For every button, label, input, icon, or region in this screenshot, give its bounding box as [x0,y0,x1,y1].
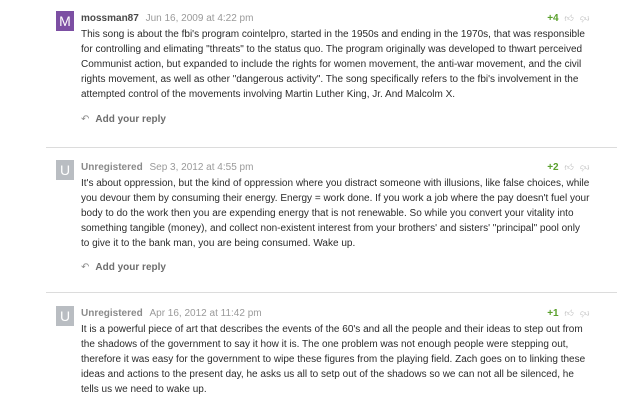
comment-body: It is a powerful piece of art that descr… [81,322,611,397]
comment-meta: Unregistered Apr 16, 2012 at 11:42 pm [81,307,262,320]
comment-line: therefore it was easy for the government… [81,354,586,365]
comment-date: Apr 16, 2012 at 11:42 pm [149,308,262,319]
add-reply-label: Add your reply [95,114,166,125]
comment-line: rights movement, as well as other "dange… [81,74,579,85]
vote-controls: +1 👍︎ 👍︎ [547,307,589,320]
reply-arrow-icon: ↶ [81,114,90,125]
comment-line: Communist action, but expanded to includ… [81,59,582,70]
comment-line: attempted control of the movements invol… [81,89,456,100]
comment-meta: Unregistered Sep 3, 2012 at 4:55 pm [81,161,253,174]
comment-line: something tangible (money), and collect … [81,223,580,234]
thumbs-down-icon[interactable]: 👍︎ [580,161,589,174]
comment-author[interactable]: mossman87 [81,13,139,24]
vote-score: +4 [547,13,559,24]
comment-line: tells us we need to wake up. [81,384,207,395]
avatar: U [56,160,74,180]
comment-divider [46,147,617,148]
comment-line: It's about oppression, but the kind of o… [81,178,590,189]
comment-line: to give it to the bank man, you are bein… [81,238,356,249]
comment-line: body to do the work then you are expendi… [81,208,574,219]
comment-line: It is a powerful piece of art that descr… [81,324,583,335]
thumbs-down-icon[interactable]: 👍︎ [580,12,589,25]
thumbs-up-icon[interactable]: 👍︎ [564,12,573,25]
avatar[interactable]: M [56,11,74,31]
reply-arrow-icon: ↶ [81,262,90,273]
comment-author: Unregistered [81,162,143,173]
comment-line: This song is about the fbi's program coi… [81,29,585,40]
comment-line: the shadows of the government to say it … [81,339,569,350]
vote-score: +2 [547,162,559,173]
comment-meta: mossman87 Jun 16, 2009 at 4:22 pm [81,12,253,25]
comment-divider [46,292,617,293]
comment-body: This song is about the fbi's program coi… [81,27,611,102]
comment-thread: M mossman87 Jun 16, 2009 at 4:22 pm +4 👍… [0,0,617,416]
thumbs-up-icon[interactable]: 👍︎ [564,161,573,174]
comment-body: It's about oppression, but the kind of o… [81,176,611,251]
vote-controls: +4 👍︎ 👍︎ [547,12,589,25]
add-reply-link[interactable]: ↶ Add your reply [81,261,166,274]
comment-line: for controlling and elimating "threats" … [81,44,583,55]
comment-author: Unregistered [81,308,143,319]
comment-line: you devour them by consuming their energ… [81,193,590,204]
vote-score: +1 [547,308,559,319]
thumbs-up-icon[interactable]: 👍︎ [564,307,573,320]
thumbs-down-icon[interactable]: 👍︎ [580,307,589,320]
comment-line: ideas and actions to the present day, he… [81,369,574,380]
add-reply-label: Add your reply [95,262,166,273]
vote-controls: +2 👍︎ 👍︎ [547,161,589,174]
avatar: U [56,306,74,326]
add-reply-link[interactable]: ↶ Add your reply [81,113,166,126]
comment-date: Sep 3, 2012 at 4:55 pm [149,162,254,173]
comment-date: Jun 16, 2009 at 4:22 pm [145,13,254,24]
